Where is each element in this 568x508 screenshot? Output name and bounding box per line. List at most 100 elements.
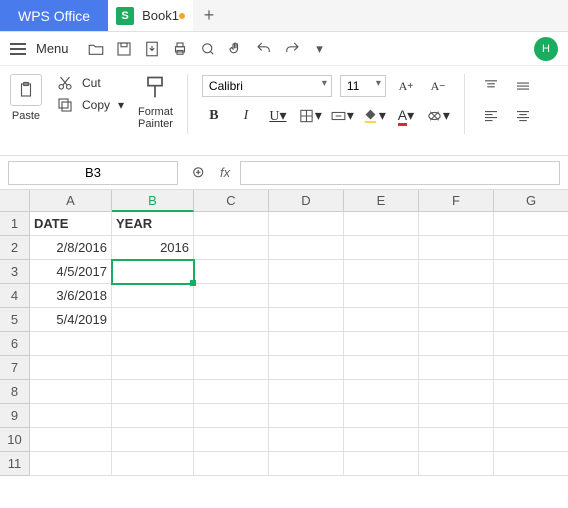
align-left-icon[interactable]	[479, 104, 503, 128]
cell-A6[interactable]	[30, 332, 112, 356]
cell-E4[interactable]	[344, 284, 419, 308]
cell-D3[interactable]	[269, 260, 344, 284]
decrease-font-icon[interactable]: A−	[426, 74, 450, 98]
cell-B4[interactable]	[112, 284, 194, 308]
cell-C4[interactable]	[194, 284, 269, 308]
cell-D9[interactable]	[269, 404, 344, 428]
cell-C9[interactable]	[194, 404, 269, 428]
col-header-G[interactable]: G	[494, 190, 568, 212]
format-painter-group[interactable]: Format Painter	[138, 74, 173, 130]
cell-F7[interactable]	[419, 356, 494, 380]
cell-D4[interactable]	[269, 284, 344, 308]
trace-icon[interactable]	[188, 162, 210, 184]
cell-C2[interactable]	[194, 236, 269, 260]
align-center-icon[interactable]	[511, 104, 535, 128]
cell-E9[interactable]	[344, 404, 419, 428]
cell-G11[interactable]	[494, 452, 568, 476]
col-header-E[interactable]: E	[344, 190, 419, 212]
cell-G6[interactable]	[494, 332, 568, 356]
cell-A1[interactable]: DATE	[30, 212, 112, 236]
align-middle-icon[interactable]	[511, 74, 535, 98]
cell-E2[interactable]	[344, 236, 419, 260]
cell-F8[interactable]	[419, 380, 494, 404]
toolbar-dropdown-icon[interactable]: ▾	[309, 38, 331, 60]
font-name-select[interactable]	[202, 75, 332, 97]
row-header-6[interactable]: 6	[0, 332, 30, 356]
cell-G2[interactable]	[494, 236, 568, 260]
profile-avatar[interactable]: H	[534, 37, 558, 61]
cell-F10[interactable]	[419, 428, 494, 452]
row-header-3[interactable]: 3	[0, 260, 30, 284]
select-all-corner[interactable]	[0, 190, 30, 212]
cell-D2[interactable]	[269, 236, 344, 260]
cell-E8[interactable]	[344, 380, 419, 404]
cell-F11[interactable]	[419, 452, 494, 476]
cell-B11[interactable]	[112, 452, 194, 476]
cell-F5[interactable]	[419, 308, 494, 332]
cell-A11[interactable]	[30, 452, 112, 476]
cell-C7[interactable]	[194, 356, 269, 380]
cell-A4[interactable]: 3/6/2018	[30, 284, 112, 308]
increase-font-icon[interactable]: A+	[394, 74, 418, 98]
doc-tab[interactable]: S Book1	[108, 0, 193, 31]
cell-E11[interactable]	[344, 452, 419, 476]
cell-A2[interactable]: 2/8/2016	[30, 236, 112, 260]
row-header-7[interactable]: 7	[0, 356, 30, 380]
redo-icon[interactable]	[281, 38, 303, 60]
formula-bar[interactable]	[240, 161, 560, 185]
cell-C11[interactable]	[194, 452, 269, 476]
cell-A10[interactable]	[30, 428, 112, 452]
cut-button[interactable]: Cut	[56, 74, 124, 92]
cell-C8[interactable]	[194, 380, 269, 404]
row-header-5[interactable]: 5	[0, 308, 30, 332]
export-icon[interactable]	[141, 38, 163, 60]
cell-B5[interactable]	[112, 308, 194, 332]
row-header-2[interactable]: 2	[0, 236, 30, 260]
cell-G3[interactable]	[494, 260, 568, 284]
col-header-F[interactable]: F	[419, 190, 494, 212]
col-header-B[interactable]: B	[112, 190, 194, 212]
cell-D11[interactable]	[269, 452, 344, 476]
save-icon[interactable]	[113, 38, 135, 60]
row-header-11[interactable]: 11	[0, 452, 30, 476]
cell-E7[interactable]	[344, 356, 419, 380]
fx-label[interactable]: fx	[220, 165, 230, 180]
cell-C6[interactable]	[194, 332, 269, 356]
undo-icon[interactable]	[253, 38, 275, 60]
bold-button[interactable]: B	[202, 104, 226, 128]
cell-G4[interactable]	[494, 284, 568, 308]
cell-A9[interactable]	[30, 404, 112, 428]
row-header-9[interactable]: 9	[0, 404, 30, 428]
italic-button[interactable]: I	[234, 104, 258, 128]
cell-F2[interactable]	[419, 236, 494, 260]
cell-E6[interactable]	[344, 332, 419, 356]
fill-color-button[interactable]: ▾	[362, 104, 386, 128]
app-tab[interactable]: WPS Office	[0, 0, 108, 31]
clipboard-icon[interactable]	[10, 74, 42, 106]
cell-F1[interactable]	[419, 212, 494, 236]
paste-button[interactable]: Paste	[12, 110, 40, 122]
hamburger-icon[interactable]	[10, 43, 26, 55]
cell-G10[interactable]	[494, 428, 568, 452]
cell-G8[interactable]	[494, 380, 568, 404]
hand-icon[interactable]	[225, 38, 247, 60]
col-header-A[interactable]: A	[30, 190, 112, 212]
cell-G1[interactable]	[494, 212, 568, 236]
cell-E5[interactable]	[344, 308, 419, 332]
cell-B9[interactable]	[112, 404, 194, 428]
cell-E1[interactable]	[344, 212, 419, 236]
col-header-C[interactable]: C	[194, 190, 269, 212]
row-header-8[interactable]: 8	[0, 380, 30, 404]
cell-G7[interactable]	[494, 356, 568, 380]
cell-B8[interactable]	[112, 380, 194, 404]
row-header-10[interactable]: 10	[0, 428, 30, 452]
cell-C1[interactable]	[194, 212, 269, 236]
cell-A5[interactable]: 5/4/2019	[30, 308, 112, 332]
cell-B10[interactable]	[112, 428, 194, 452]
cell-B1[interactable]: YEAR	[112, 212, 194, 236]
cell-D7[interactable]	[269, 356, 344, 380]
cell-F6[interactable]	[419, 332, 494, 356]
copy-button[interactable]: Copy▾	[56, 96, 124, 114]
cell-B7[interactable]	[112, 356, 194, 380]
cell-D8[interactable]	[269, 380, 344, 404]
